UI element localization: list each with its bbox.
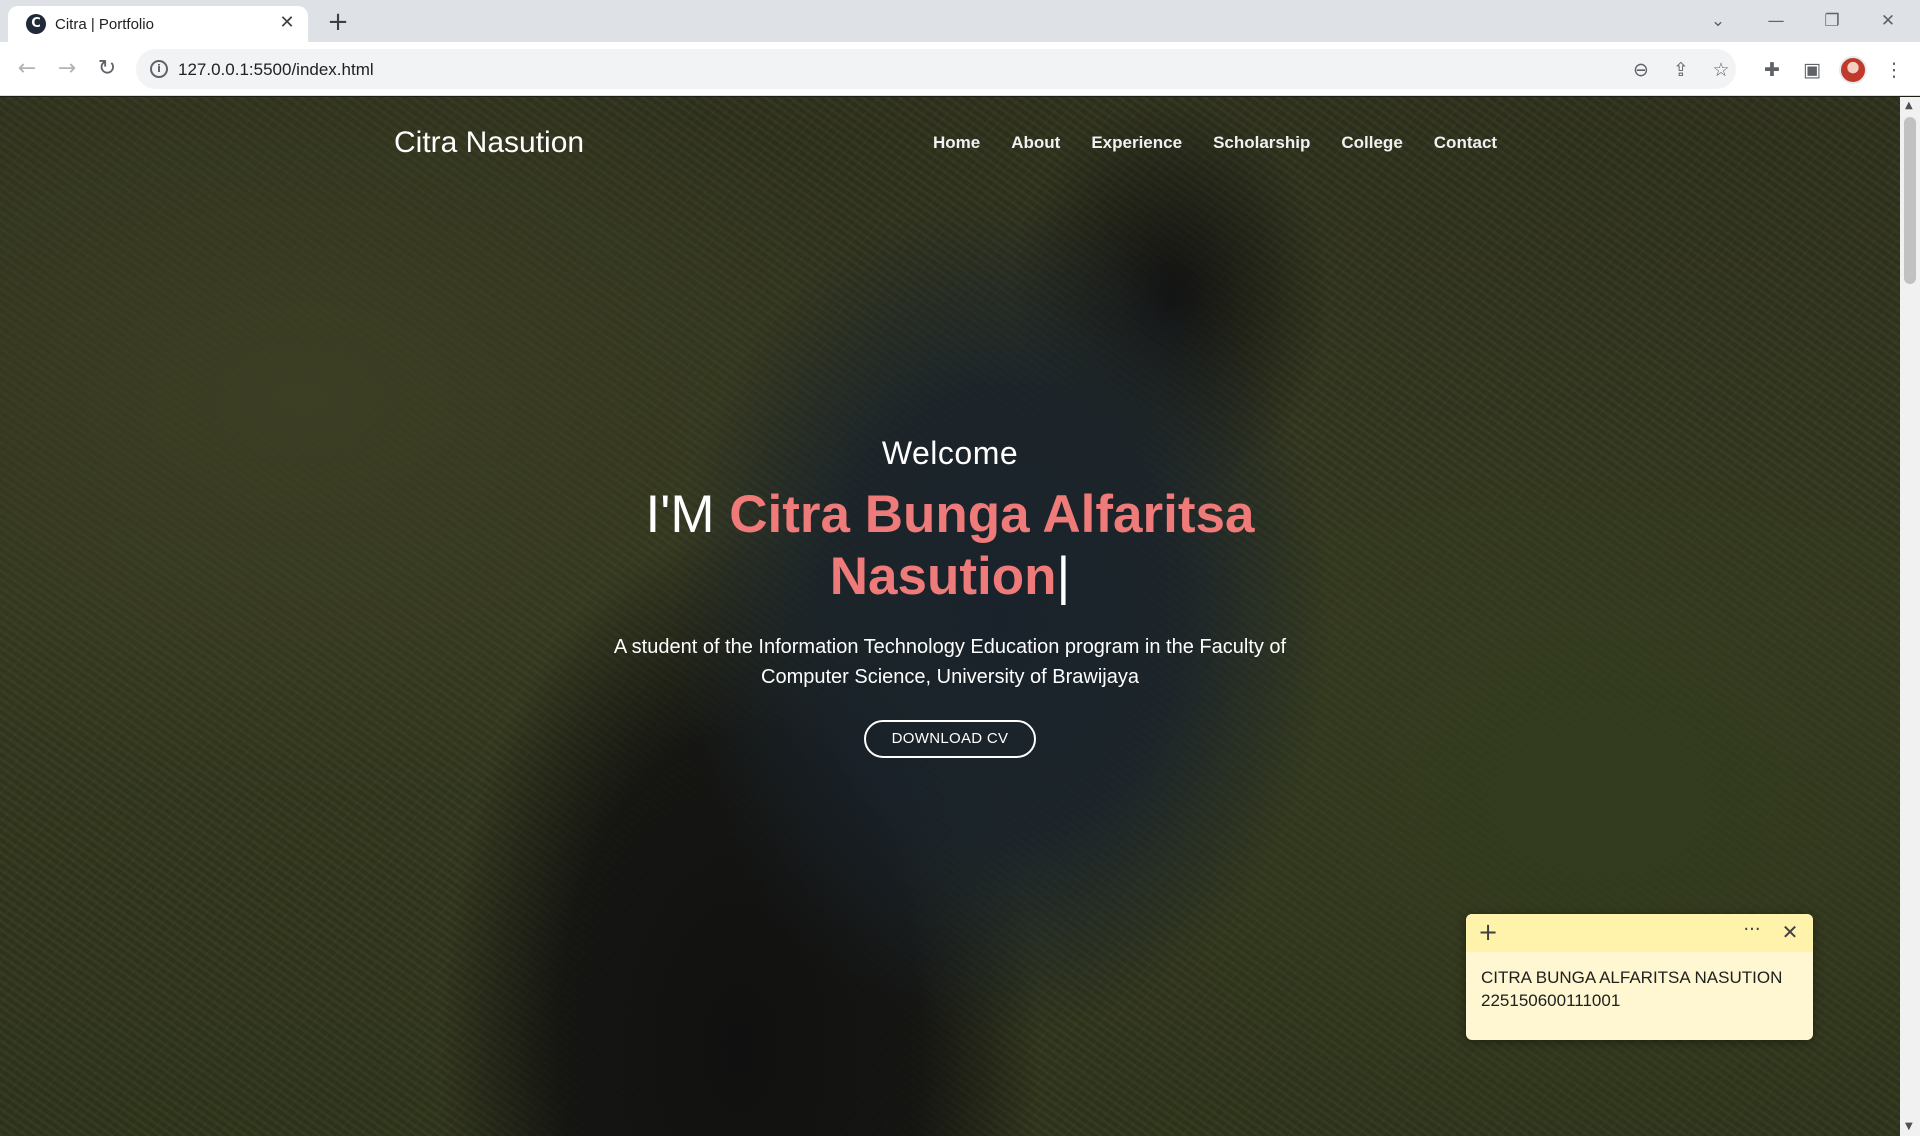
tab-title: Citra | Portfolio [55,16,154,33]
share-icon[interactable]: ⇪ [1668,57,1694,83]
close-tab-icon[interactable]: ✕ [276,12,298,34]
scroll-down-icon[interactable]: ▼ [1905,1122,1913,1132]
download-cv-button[interactable]: DOWNLOAD CV [863,720,1037,758]
headline-prefix: I'M [645,485,730,544]
url-text[interactable]: 127.0.0.1:5500/index.html [178,60,374,80]
minimize-window-button[interactable]: — [1754,4,1798,38]
star-icon[interactable]: ☆ [1708,57,1734,83]
arrow-right-icon[interactable]: → [52,54,82,84]
tab-search-icon[interactable]: ⌄ [1696,4,1740,38]
hero-tagline: A student of the Information Technology … [613,636,1287,688]
nav-experience[interactable]: Experience [1091,133,1182,153]
browser-tab[interactable]: C Citra | Portfolio ✕ [8,6,308,42]
site-nav: Home About Experience Scholarship Colleg… [933,133,1497,153]
more-options-icon[interactable]: ··· [1738,918,1766,946]
tab-strip: C Citra | Portfolio ✕ + ⌄ — ❐ ✕ [0,0,1920,42]
close-icon[interactable]: ✕ [1776,918,1804,946]
page-scrollbar[interactable]: ▲ ▼ [1900,97,1920,1136]
sticky-note-text[interactable]: CITRA BUNGA ALFARITSA NASUTION 225150600… [1466,952,1813,1012]
sticky-note-window: + ··· ✕ CITRA BUNGA ALFARITSA NASUTION 2… [1466,914,1813,1040]
scroll-up-icon[interactable]: ▲ [1905,101,1913,111]
info-icon[interactable]: i [150,60,168,78]
hero-welcome: Welcome [881,435,1019,471]
reload-icon[interactable]: ↻ [92,54,122,84]
typing-cursor: | [1056,547,1071,606]
nav-college[interactable]: College [1341,133,1402,153]
arrow-left-icon[interactable]: ← [12,54,42,84]
nav-scholarship[interactable]: Scholarship [1213,133,1310,153]
hero-headline: I'M Citra Bunga Alfaritsa Nasution| [550,484,1350,608]
new-tab-button[interactable]: + [324,8,352,36]
side-panel-icon[interactable]: ▣ [1798,56,1826,84]
puzzle-icon[interactable]: ✚ [1758,56,1786,84]
nav-about[interactable]: About [1011,133,1060,153]
hero-section: Welcome I'M Citra Bunga Alfaritsa Nasuti… [550,435,1350,758]
sticky-note-line-1[interactable]: CITRA BUNGA ALFARITSA NASUTION [1481,966,1798,989]
kebab-menu-icon[interactable]: ⋮ [1880,56,1908,84]
sticky-note-titlebar[interactable]: + ··· ✕ [1466,914,1813,952]
restore-window-button[interactable]: ❐ [1810,4,1854,38]
zoom-out-icon[interactable]: ⊖ [1628,57,1654,83]
c-logo-icon: C [26,14,46,34]
nav-contact[interactable]: Contact [1434,133,1497,153]
browser-toolbar: ← → ↻ i 127.0.0.1:5500/index.html ⊖ ⇪ ☆ … [0,42,1920,96]
close-window-button[interactable]: ✕ [1866,4,1910,38]
sticky-note-line-2[interactable]: 225150600111001 [1481,989,1798,1012]
profile-avatar[interactable] [1839,56,1867,84]
address-bar[interactable]: i 127.0.0.1:5500/index.html ⊖ ⇪ ☆ [136,49,1736,89]
headline-name: Citra Bunga Alfaritsa Nasution [729,485,1255,606]
plus-icon[interactable]: + [1474,918,1502,946]
site-brand[interactable]: Citra Nasution [394,126,584,160]
nav-home[interactable]: Home [933,133,980,153]
scroll-thumb[interactable] [1904,117,1916,284]
